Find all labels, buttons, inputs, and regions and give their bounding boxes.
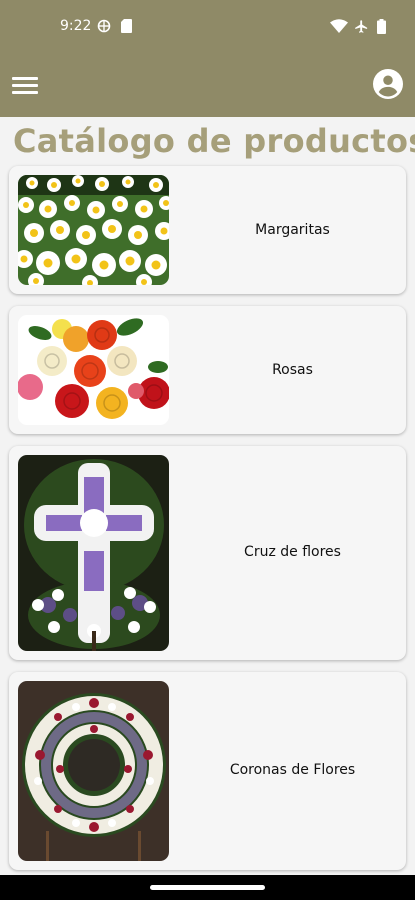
status-bar: 9:22 — [0, 0, 415, 56]
product-name: Rosas — [272, 362, 313, 378]
flower-wreath-image — [18, 681, 169, 861]
battery-icon — [377, 19, 386, 34]
page-title: Catálogo de productos — [13, 122, 415, 160]
roses-image — [18, 315, 169, 425]
product-card-cruz-de-flores[interactable]: Cruz de flores — [9, 446, 406, 660]
product-card-coronas-de-flores[interactable]: Coronas de Flores — [9, 672, 406, 870]
status-time: 9:22 — [60, 18, 92, 34]
sd-card-icon — [121, 19, 132, 33]
flower-cross-image — [18, 455, 169, 651]
vpn-globe-icon — [97, 19, 111, 33]
home-gesture-handle[interactable] — [150, 885, 265, 890]
daisies-image — [18, 175, 169, 285]
system-navigation-bar — [0, 875, 415, 900]
product-name: Margaritas — [255, 222, 330, 238]
app-bar — [0, 56, 415, 117]
menu-icon[interactable] — [12, 74, 40, 98]
wifi-icon — [330, 19, 348, 33]
product-name: Cruz de flores — [244, 544, 341, 560]
product-card-rosas[interactable]: Rosas — [9, 306, 406, 434]
product-name: Coronas de Flores — [229, 762, 356, 778]
airplane-mode-icon — [355, 20, 368, 33]
catalog-screen: Catálogo de productos Margaritas Rosas C… — [0, 117, 415, 875]
account-circle-icon[interactable] — [373, 69, 403, 99]
product-card-margaritas[interactable]: Margaritas — [9, 166, 406, 294]
